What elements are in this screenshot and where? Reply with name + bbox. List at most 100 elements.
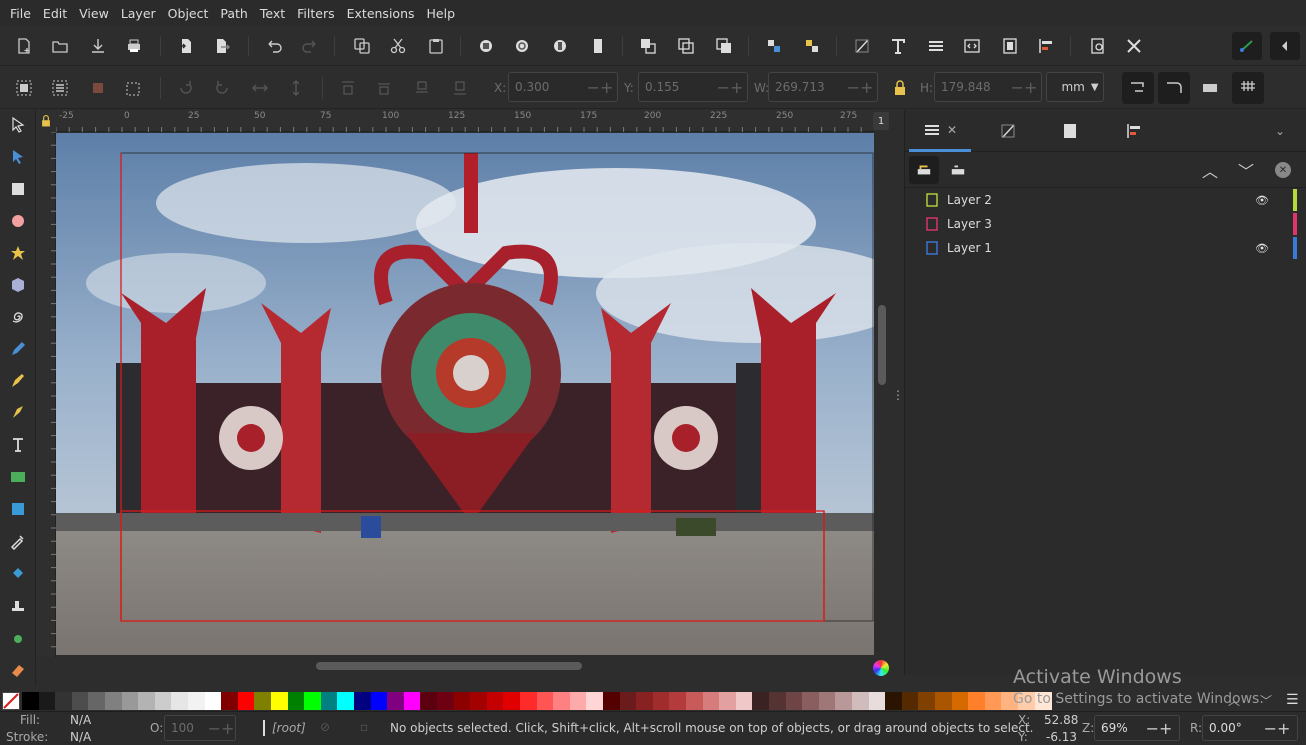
menu-extensions[interactable]: Extensions [341, 6, 421, 21]
redo-icon[interactable] [298, 34, 322, 58]
tab-align-distribute[interactable] [1103, 110, 1165, 152]
lower-to-bottom-icon[interactable] [448, 76, 472, 100]
palette-swatch[interactable] [420, 692, 438, 710]
palette-swatch[interactable] [586, 692, 604, 710]
tab-document-properties[interactable] [1039, 110, 1101, 152]
delete-layer-icon[interactable]: ✕ [1275, 162, 1291, 178]
h-field[interactable]: 179.848 −+ [934, 72, 1042, 102]
rectangle-tool-icon[interactable] [6, 177, 30, 201]
palette-swatch[interactable] [171, 692, 189, 710]
zoom-selection-icon[interactable] [474, 34, 498, 58]
palette-swatch[interactable] [719, 692, 737, 710]
ungroup-icon[interactable] [800, 34, 824, 58]
tab-fill-stroke[interactable] [977, 110, 1039, 152]
palette-swatch[interactable] [287, 692, 305, 710]
palette-swatch[interactable] [935, 692, 953, 710]
xml-editor-icon[interactable] [960, 34, 984, 58]
cut-icon[interactable] [386, 34, 410, 58]
palette-swatch[interactable] [38, 692, 56, 710]
move-patterns-icon[interactable] [1232, 72, 1264, 104]
export-icon[interactable] [210, 34, 234, 58]
palette-swatch[interactable] [636, 692, 654, 710]
opacity-stepper[interactable]: −+ [207, 719, 235, 738]
dock-handle-icon[interactable]: ⋮ [892, 388, 904, 402]
palette-swatch[interactable] [968, 692, 986, 710]
h-stepper[interactable]: −+ [1007, 78, 1041, 97]
palette-swatch[interactable] [337, 692, 355, 710]
zoom-page-icon[interactable] [548, 34, 572, 58]
palette-swatch[interactable] [619, 692, 637, 710]
palette-swatch[interactable] [752, 692, 770, 710]
flip-horizontal-icon[interactable] [248, 76, 272, 100]
tweak-tool-icon[interactable] [6, 593, 30, 617]
mesh-tool-icon[interactable] [6, 497, 30, 521]
palette-swatch[interactable] [553, 692, 571, 710]
palette-swatch[interactable] [320, 692, 338, 710]
close-icon[interactable]: ✕ [947, 123, 957, 137]
paint-bucket-tool-icon[interactable] [6, 561, 30, 585]
calligraphy-tool-icon[interactable] [6, 401, 30, 425]
palette-swatch[interactable] [735, 692, 753, 710]
rotate-stepper[interactable]: −+ [1257, 719, 1297, 738]
gradient-tool-icon[interactable] [6, 465, 30, 489]
palette-swatch[interactable] [22, 692, 40, 710]
node-tool-icon[interactable] [6, 145, 30, 169]
unlink-clone-icon[interactable] [712, 34, 736, 58]
rotate-cw-icon[interactable] [210, 76, 234, 100]
zoom-field[interactable]: 69% −+ [1094, 715, 1180, 741]
layer-lock-icon[interactable]: ▫ [360, 720, 368, 734]
opacity-field[interactable]: 100 −+ [164, 715, 236, 741]
palette-swatch[interactable] [188, 692, 206, 710]
y-stepper[interactable]: −+ [713, 78, 747, 97]
palette-swatch[interactable] [237, 692, 255, 710]
scale-stroke-icon[interactable] [1122, 72, 1154, 104]
palette-swatch[interactable] [204, 692, 222, 710]
document-properties-icon[interactable] [998, 34, 1022, 58]
palette-swatch[interactable] [453, 692, 471, 710]
color-manage-icon[interactable] [873, 660, 889, 676]
palette-swatch[interactable] [370, 692, 388, 710]
undo-icon[interactable] [262, 34, 286, 58]
unit-select[interactable]: mm ▼ [1046, 72, 1104, 102]
x-field[interactable]: 0.300 −+ [508, 72, 618, 102]
text-tool-icon[interactable] [6, 433, 30, 457]
palette-swatch[interactable] [138, 692, 156, 710]
palette-swatch[interactable] [785, 692, 803, 710]
layer-row-2[interactable]: Layer 2 👁 [925, 188, 1305, 212]
pen-tool-icon[interactable] [6, 369, 30, 393]
palette-swatch[interactable] [652, 692, 670, 710]
horizontal-scrollbar[interactable] [56, 658, 874, 676]
palette-swatch[interactable] [536, 692, 554, 710]
dropper-tool-icon[interactable] [6, 529, 30, 553]
scroll-thumb-vertical[interactable] [878, 305, 886, 385]
palette-swatch[interactable] [818, 692, 836, 710]
zoom-page-width-icon[interactable] [586, 34, 610, 58]
palette-swatch[interactable] [802, 692, 820, 710]
palette-swatch[interactable] [868, 692, 886, 710]
menu-edit[interactable]: Edit [37, 6, 73, 21]
w-stepper[interactable]: −+ [843, 78, 877, 97]
print-icon[interactable] [122, 34, 146, 58]
menu-filters[interactable]: Filters [291, 6, 340, 21]
w-field[interactable]: 269.713 −+ [768, 72, 878, 102]
rotate-field[interactable]: 0.00° −+ [1202, 715, 1298, 741]
raise-layer-icon[interactable]: ︿ [1197, 158, 1223, 182]
menu-layer[interactable]: Layer [115, 6, 162, 21]
visibility-eye-icon[interactable]: 👁 [1255, 194, 1269, 207]
palette-swatch[interactable] [354, 692, 372, 710]
text-font-icon[interactable] [886, 34, 910, 58]
flip-vertical-icon[interactable] [284, 76, 308, 100]
raise-icon[interactable] [372, 76, 396, 100]
palette-swatch[interactable] [901, 692, 919, 710]
palette-swatch[interactable] [686, 692, 704, 710]
select-all-layers-icon[interactable] [48, 76, 72, 100]
menu-view[interactable]: View [73, 6, 115, 21]
zoom-drawing-icon[interactable] [510, 34, 534, 58]
paste-icon[interactable] [424, 34, 448, 58]
add-sublayer-button[interactable] [945, 158, 971, 182]
palette-swatch[interactable] [304, 692, 322, 710]
3d-box-tool-icon[interactable] [6, 273, 30, 297]
spray-tool-icon[interactable] [6, 625, 30, 649]
lower-layer-icon[interactable]: ﹀ [1233, 158, 1259, 182]
canvas[interactable] [56, 133, 874, 655]
